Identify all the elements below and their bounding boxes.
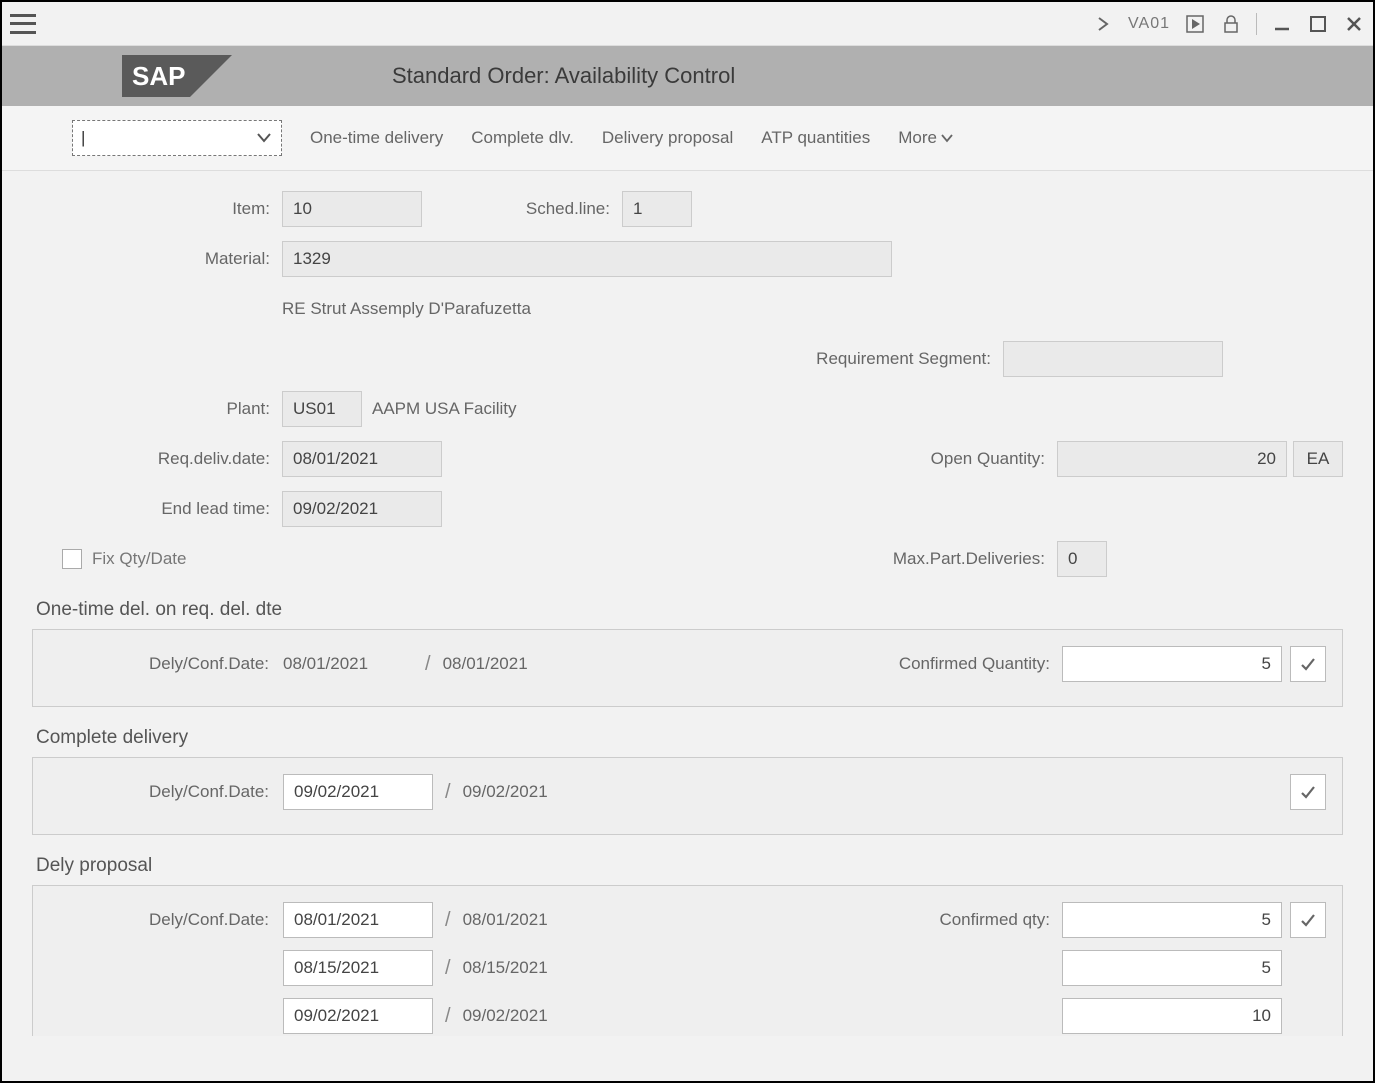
complete-dlv-button[interactable]: Complete dlv. xyxy=(471,128,574,148)
req-segment-field[interactable] xyxy=(1003,341,1223,377)
onetime-confirmed-qty-label: Confirmed Quantity: xyxy=(852,654,1062,674)
section-complete-title: Complete delivery xyxy=(36,727,1343,749)
command-combo[interactable]: | xyxy=(72,120,282,156)
proposal-date1-field-1[interactable]: 08/15/2021 xyxy=(283,950,433,986)
plant-field[interactable]: US01 xyxy=(282,391,362,427)
open-qty-label: Open Quantity: xyxy=(877,449,1057,469)
item-field[interactable]: 10 xyxy=(282,191,422,227)
atp-quantities-button[interactable]: ATP quantities xyxy=(761,128,870,148)
sap-logo: SAP xyxy=(122,55,232,97)
onetime-delyconf-label: Dely/Conf.Date: xyxy=(103,654,283,674)
req-deliv-date-field[interactable]: 08/01/2021 xyxy=(282,441,442,477)
close-icon[interactable] xyxy=(1343,13,1365,35)
plant-description: AAPM USA Facility xyxy=(362,399,517,419)
plant-label: Plant: xyxy=(32,399,282,419)
check-icon xyxy=(1300,913,1316,927)
more-label: More xyxy=(898,128,937,148)
chevron-down-icon xyxy=(257,130,271,146)
minimize-icon[interactable] xyxy=(1271,13,1293,35)
proposal-date2-1: 08/15/2021 xyxy=(463,958,593,978)
proposal-date2-0: 08/01/2021 xyxy=(463,910,593,930)
material-description: RE Strut Assemply D'Parafuzetta xyxy=(282,299,531,319)
complete-date1-field[interactable]: 09/02/2021 xyxy=(283,774,433,810)
check-icon xyxy=(1300,657,1316,671)
end-lead-time-label: End lead time: xyxy=(32,499,282,519)
check-icon xyxy=(1300,785,1316,799)
app-window: VA01 SAP Standard xyxy=(0,0,1375,1083)
transaction-code: VA01 xyxy=(1128,15,1170,33)
page-title: Standard Order: Availability Control xyxy=(232,63,1373,89)
complete-date2: 09/02/2021 xyxy=(463,782,593,802)
proposal-date2-2: 09/02/2021 xyxy=(463,1006,593,1026)
sched-line-field[interactable]: 1 xyxy=(622,191,692,227)
header-band: SAP Standard Order: Availability Control xyxy=(2,46,1373,106)
more-button[interactable]: More xyxy=(898,128,953,148)
section-proposal-panel: Dely/Conf.Date: 08/01/2021 / 08/01/2021 … xyxy=(32,885,1343,1036)
proposal-qty-field-0[interactable]: 5 xyxy=(1062,902,1282,938)
lock-icon[interactable] xyxy=(1220,13,1242,35)
svg-text:SAP: SAP xyxy=(132,61,185,91)
titlebar: VA01 xyxy=(2,2,1373,46)
sched-line-label: Sched.line: xyxy=(422,199,622,219)
onetime-confirmed-qty-field[interactable]: 5 xyxy=(1062,646,1282,682)
section-onetime-title: One-time del. on req. del. dte xyxy=(36,599,1343,621)
end-lead-time-field[interactable]: 09/02/2021 xyxy=(282,491,442,527)
proposal-qty-field-1[interactable]: 5 xyxy=(1062,950,1282,986)
proposal-confirmed-qty-label: Confirmed qty: xyxy=(882,910,1062,930)
chevron-down-icon xyxy=(941,134,953,142)
execute-icon[interactable] xyxy=(1184,13,1206,35)
section-complete-panel: Dely/Conf.Date: 09/02/2021 / 09/02/2021 xyxy=(32,757,1343,835)
material-field[interactable]: 1329 xyxy=(282,241,892,277)
chevron-right-icon[interactable] xyxy=(1092,13,1114,35)
req-deliv-date-label: Req.deliv.date: xyxy=(32,449,282,469)
proposal-delyconf-label: Dely/Conf.Date: xyxy=(103,910,283,930)
section-proposal-title: Dely proposal xyxy=(36,855,1343,877)
delivery-proposal-button[interactable]: Delivery proposal xyxy=(602,128,733,148)
section-onetime-panel: Dely/Conf.Date: 08/01/2021 / 08/01/2021 … xyxy=(32,629,1343,707)
complete-delyconf-label: Dely/Conf.Date: xyxy=(103,782,283,802)
onetime-accept-button[interactable] xyxy=(1290,646,1326,682)
open-qty-field[interactable]: 20 xyxy=(1057,441,1287,477)
max-part-deliv-field[interactable]: 0 xyxy=(1057,541,1107,577)
max-part-deliv-label: Max.Part.Deliveries: xyxy=(837,549,1057,569)
menu-icon[interactable] xyxy=(10,14,36,34)
proposal-accept-button[interactable] xyxy=(1290,902,1326,938)
proposal-qty-field-2[interactable]: 10 xyxy=(1062,998,1282,1034)
proposal-date1-field-2[interactable]: 09/02/2021 xyxy=(283,998,433,1034)
toolbar: | One-time delivery Complete dlv. Delive… xyxy=(2,106,1373,171)
complete-accept-button[interactable] xyxy=(1290,774,1326,810)
fix-qty-date-checkbox[interactable] xyxy=(62,549,82,569)
one-time-delivery-button[interactable]: One-time delivery xyxy=(310,128,443,148)
material-label: Material: xyxy=(32,249,282,269)
onetime-date2: 08/01/2021 xyxy=(443,654,573,674)
req-segment-label: Requirement Segment: xyxy=(763,349,1003,369)
content: Item: 10 Sched.line: 1 Material: 1329 RE… xyxy=(2,171,1373,1081)
onetime-date1: 08/01/2021 xyxy=(283,654,413,674)
item-label: Item: xyxy=(32,199,282,219)
open-qty-unit: EA xyxy=(1293,441,1343,477)
maximize-icon[interactable] xyxy=(1307,13,1329,35)
command-input[interactable]: | xyxy=(73,128,257,148)
proposal-date1-field-0[interactable]: 08/01/2021 xyxy=(283,902,433,938)
fix-qty-date-label: Fix Qty/Date xyxy=(92,549,186,569)
